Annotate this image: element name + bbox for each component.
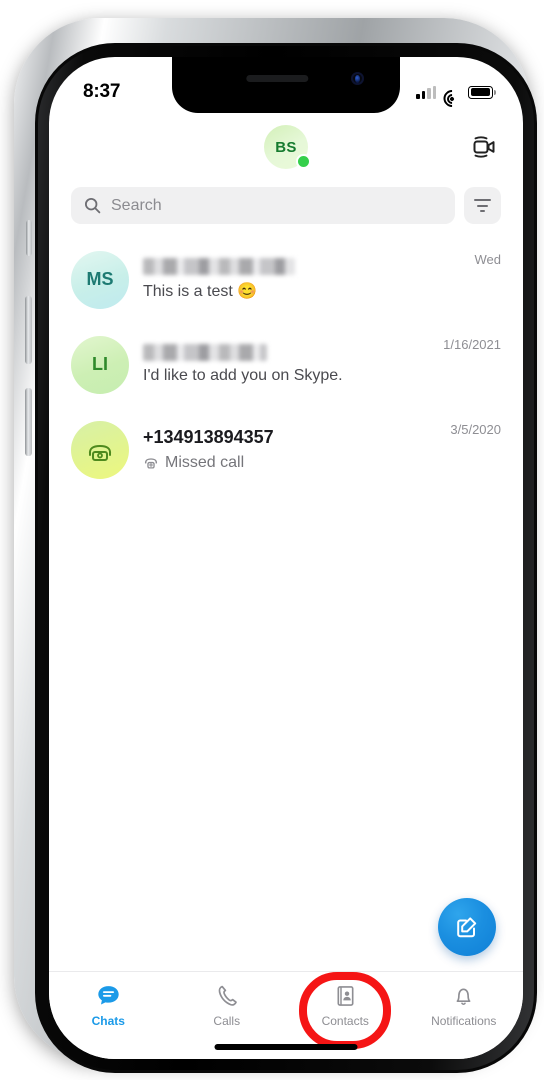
avatar: LI	[71, 335, 129, 394]
chat-timestamp: 1/16/2021	[443, 337, 501, 352]
phone-handset-icon	[215, 983, 239, 1008]
tab-calls[interactable]: Calls	[168, 983, 287, 1028]
chat-preview-row: Missed call	[143, 454, 436, 472]
tab-label: Chats	[91, 1014, 125, 1028]
chat-list-item[interactable]: LI I'd like to add you on Skype. 1/16/20…	[49, 322, 523, 407]
tab-chats[interactable]: Chats	[49, 983, 168, 1028]
chat-contact-name: +134913894357	[143, 427, 274, 447]
earpiece-speaker-icon	[246, 75, 309, 82]
phone-screen: 8:37 BS Search MS This is a test 😊 Wed L…	[49, 57, 523, 1059]
home-indicator[interactable]	[214, 1044, 358, 1050]
presence-online-indicator	[296, 154, 311, 169]
filter-icon-bar-1	[474, 199, 491, 201]
chat-list: MS This is a test 😊 Wed LI I'd like to a…	[49, 237, 523, 492]
phone-frame: 8:37 BS Search MS This is a test 😊 Wed L…	[14, 18, 537, 1073]
cellular-signal-icon	[416, 85, 436, 99]
wifi-icon	[439, 85, 465, 111]
chat-list-item[interactable]: MS This is a test 😊 Wed	[49, 237, 523, 322]
tab-label: Notifications	[431, 1014, 497, 1028]
search-input[interactable]: Search	[71, 187, 455, 224]
redacted-contact-name	[143, 344, 267, 361]
volume-up-button[interactable]	[25, 296, 32, 364]
search-icon	[84, 197, 101, 214]
redacted-contact-name	[143, 258, 295, 275]
profile-avatar-button[interactable]: BS	[264, 125, 311, 169]
notch	[172, 57, 400, 113]
phone-icon	[88, 444, 112, 461]
chat-preview: This is a test 😊	[143, 283, 258, 300]
meet-now-button[interactable]	[467, 130, 501, 164]
chat-item-text: I'd like to add you on Skype.	[143, 344, 429, 385]
chat-list-item[interactable]: +134913894357 Missed call 3/5/2020	[49, 407, 523, 492]
mute-switch[interactable]	[26, 220, 32, 256]
status-icons	[416, 85, 496, 111]
tab-notifications[interactable]: Notifications	[405, 983, 524, 1028]
app-header: BS	[49, 113, 523, 181]
contact-book-icon	[334, 983, 357, 1008]
avatar	[71, 420, 129, 479]
chat-item-text: This is a test 😊	[143, 258, 461, 301]
missed-call-phone-icon	[144, 458, 158, 469]
volume-down-button[interactable]	[25, 388, 32, 456]
video-camera-icon	[473, 136, 495, 158]
chat-bubble-icon	[96, 983, 121, 1008]
tab-contacts[interactable]: Contacts	[286, 972, 405, 1049]
chat-timestamp: 3/5/2020	[450, 422, 501, 437]
filter-icon-bar-3	[480, 210, 485, 212]
search-row: Search	[71, 187, 501, 224]
battery-icon	[468, 85, 496, 99]
filter-icon-bar-2	[477, 204, 488, 207]
chat-timestamp: Wed	[474, 252, 502, 267]
bell-icon	[452, 983, 475, 1008]
front-camera-icon	[351, 72, 364, 85]
status-time: 8:37	[83, 81, 121, 102]
search-placeholder: Search	[111, 196, 162, 214]
avatar: MS	[71, 250, 129, 309]
new-chat-button[interactable]	[438, 898, 496, 956]
tab-bar: Chats Calls Contacts Notifications	[49, 971, 523, 1059]
tab-label: Contacts	[321, 1014, 369, 1028]
chat-preview: I'd like to add you on Skype.	[143, 367, 343, 384]
chat-item-text: +134913894357 Missed call	[143, 427, 436, 472]
compose-icon	[457, 917, 477, 938]
tab-label: Calls	[213, 1014, 241, 1028]
chat-preview: Missed call	[165, 454, 245, 471]
screenshot-stage: 8:37 BS Search MS This is a test 😊 Wed L…	[0, 0, 544, 1080]
filter-button[interactable]	[464, 187, 501, 224]
